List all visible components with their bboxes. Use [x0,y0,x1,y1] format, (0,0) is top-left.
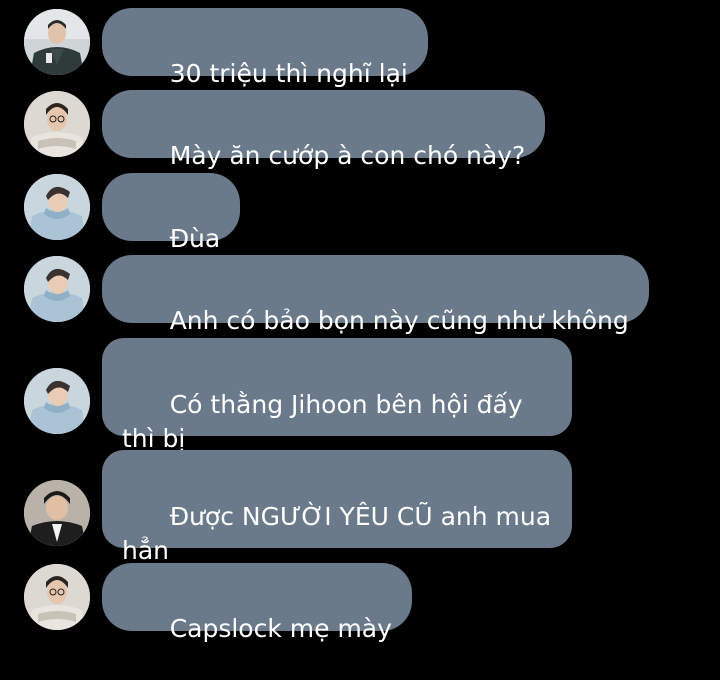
avatar-hoodie-man[interactable] [24,256,90,322]
message-bubble[interactable]: Anh có bảo bọn này cũng như không [102,255,649,335]
message-row: Được NGƯỜI YÊU CŨ anh mua hẳn hoi [0,450,720,599]
message-row: Mày ăn cướp à con chó này? [0,90,720,170]
avatar-glasses-man[interactable] [24,564,90,630]
message-text: Mày ăn cướp à con chó này? [169,141,526,170]
avatar-glasses-man[interactable] [24,91,90,157]
message-text: Capslock mẹ mày [169,614,392,643]
message-text: Đùa [169,224,221,253]
message-bubble[interactable]: Capslock mẹ mày [102,563,412,643]
message-bubble[interactable]: 30 triệu thì nghĩ lại [102,8,428,88]
message-row: Đùa [0,173,720,253]
message-bubble[interactable]: Mày ăn cướp à con chó này? [102,90,546,170]
message-row: Có thằng Jihoon bên hội đấy thì bị mua c… [0,338,720,487]
message-text: Anh có bảo bọn này cũng như không [169,306,629,335]
message-row: Anh có bảo bọn này cũng như không [0,255,720,335]
avatar-hoodie-man[interactable] [24,174,90,240]
avatar-suit-man[interactable] [24,480,90,546]
message-bubble[interactable]: Đùa [102,173,241,253]
avatar-hoodie-man[interactable] [24,368,90,434]
message-row: Capslock mẹ mày [0,563,720,643]
message-bubble[interactable]: Có thằng Jihoon bên hội đấy thì bị mua c… [102,338,572,487]
message-text: 30 triệu thì nghĩ lại [169,59,408,88]
message-bubble[interactable]: Được NGƯỜI YÊU CŨ anh mua hẳn hoi [102,450,572,599]
message-row: 30 triệu thì nghĩ lại [0,8,720,88]
chat-thread: 30 triệu thì nghĩ lại Mày ăn cướp à con … [0,0,720,659]
avatar-jacket-man[interactable] [24,9,90,75]
